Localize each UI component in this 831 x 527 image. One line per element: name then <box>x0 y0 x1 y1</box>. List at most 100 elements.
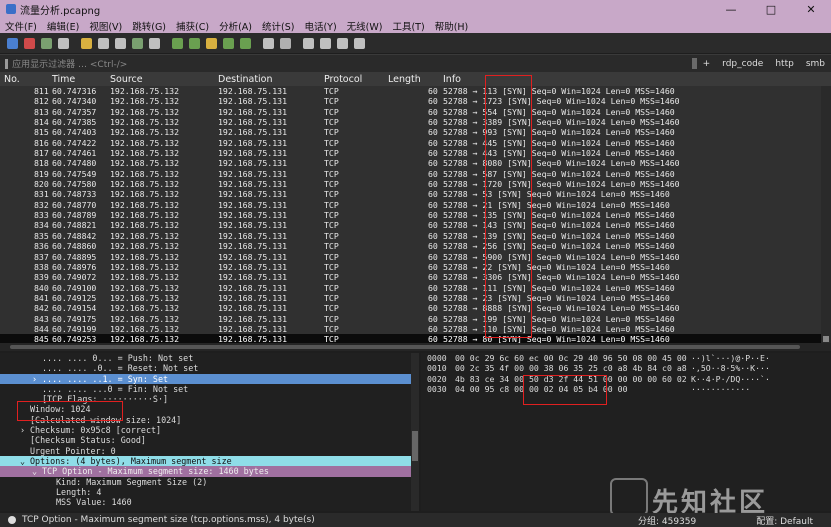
table-row[interactable]: 815 60.747403 192.168.75.132 192.168.75.131… <box>0 127 821 137</box>
autoscroll-icon[interactable] <box>263 37 274 49</box>
forward-icon[interactable] <box>189 37 200 49</box>
column-info[interactable]: Info <box>443 74 461 85</box>
table-row[interactable]: 843 60.749175 192.168.75.132 192.168.75.131… <box>0 314 821 324</box>
table-row[interactable]: 817 60.747461 192.168.75.132 192.168.75.131… <box>0 148 821 158</box>
column-protocol[interactable]: Protocol <box>324 74 362 85</box>
column-time[interactable]: Time <box>52 74 75 85</box>
stop-icon[interactable] <box>24 37 35 49</box>
zoom-in-icon[interactable] <box>303 37 314 49</box>
packet-list[interactable]: 811 60.747316 192.168.75.132 192.168.75.131… <box>0 86 821 343</box>
table-row[interactable]: 820 60.747580 192.168.75.132 192.168.75.131… <box>0 179 821 189</box>
colorize-icon[interactable] <box>280 37 291 49</box>
menu-item-6[interactable]: 统计(S) <box>257 19 299 33</box>
table-row[interactable]: 842 60.749154 192.168.75.132 192.168.75.131… <box>0 303 821 313</box>
table-row[interactable]: 812 60.747340 192.168.75.132 192.168.75.131… <box>0 96 821 106</box>
table-row[interactable]: 818 60.747480 192.168.75.132 192.168.75.131… <box>0 158 821 168</box>
find-icon[interactable] <box>149 37 160 49</box>
detail-row[interactable]: ⌄ TCP Option - Maximum segment size: 1460… <box>0 466 411 477</box>
expand-arrow-icon[interactable]: › <box>32 374 37 384</box>
menu-item-3[interactable]: 跳转(G) <box>127 19 171 33</box>
detail-row[interactable]: .... .... .0.. = Reset: Not set <box>0 363 411 373</box>
detail-row[interactable]: Kind: Maximum Segment Size (2) <box>0 477 411 487</box>
last-icon[interactable] <box>240 37 251 49</box>
detail-row[interactable]: [Checksum Status: Good] <box>0 435 411 445</box>
zoom-out-icon[interactable] <box>320 37 331 49</box>
goto-icon[interactable] <box>206 37 217 49</box>
hex-row[interactable]: 0030 04 00 95 c8 00 00 02 04 05 b4 00 00 ·… <box>421 384 831 394</box>
table-row[interactable]: 835 60.748842 192.168.75.132 192.168.75.131… <box>0 231 821 241</box>
detail-row[interactable]: Length: 4 <box>0 487 411 497</box>
menu-item-0[interactable]: 文件(F) <box>0 19 42 33</box>
table-row[interactable]: 834 60.748821 192.168.75.132 192.168.75.131… <box>0 220 821 230</box>
open-icon[interactable] <box>81 37 92 49</box>
zoom-reset-icon[interactable] <box>337 37 348 49</box>
table-row[interactable]: 840 60.749100 192.168.75.132 192.168.75.131… <box>0 283 821 293</box>
detail-row[interactable]: › Checksum: 0x95c8 [correct] <box>0 425 411 435</box>
expand-arrow-icon[interactable]: ⌄ <box>32 466 37 476</box>
table-row[interactable]: 811 60.747316 192.168.75.132 192.168.75.131… <box>0 86 821 96</box>
detail-row[interactable]: .... .... ...0 = Fin: Not set <box>0 384 411 394</box>
back-icon[interactable] <box>172 37 183 49</box>
detail-row[interactable]: MSS Value: 1460 <box>0 497 411 507</box>
filter-button-http[interactable]: http <box>769 59 799 69</box>
column-source[interactable]: Source <box>110 74 143 85</box>
restart-icon[interactable] <box>41 37 52 49</box>
table-row[interactable]: 841 60.749125 192.168.75.132 192.168.75.131… <box>0 293 821 303</box>
detail-row[interactable]: ⌄ Options: (4 bytes), Maximum segment siz… <box>0 455 411 467</box>
resize-columns-icon[interactable] <box>354 37 365 49</box>
details-scrollbar[interactable] <box>411 353 419 511</box>
table-row[interactable]: 838 60.748976 192.168.75.132 192.168.75.131… <box>0 262 821 272</box>
menu-item-10[interactable]: 帮助(H) <box>430 19 474 33</box>
table-row[interactable]: 832 60.748770 192.168.75.132 192.168.75.131… <box>0 200 821 210</box>
detail-row[interactable]: .... .... 0... = Push: Not set <box>0 353 411 363</box>
options-icon[interactable] <box>58 37 69 49</box>
shark-fin-icon[interactable] <box>7 37 18 49</box>
table-row[interactable]: 814 60.747385 192.168.75.132 192.168.75.131… <box>0 117 821 127</box>
table-row[interactable]: 833 60.748789 192.168.75.132 192.168.75.131… <box>0 210 821 220</box>
table-row[interactable]: 831 60.748733 192.168.75.132 192.168.75.131… <box>0 189 821 199</box>
column-length[interactable]: Length <box>388 74 421 85</box>
expand-arrow-icon[interactable]: › <box>20 425 25 435</box>
filter-button-smb[interactable]: smb <box>800 59 831 69</box>
menu-item-8[interactable]: 无线(W) <box>342 19 388 33</box>
detail-row[interactable]: › .... .... ..1. = Syn: Set <box>0 373 411 384</box>
table-row[interactable]: 816 60.747422 192.168.75.132 192.168.75.131… <box>0 138 821 148</box>
packet-list-hscrollbar[interactable] <box>0 343 831 351</box>
table-row[interactable]: 845 60.749253 192.168.75.132 192.168.75.131… <box>0 334 821 343</box>
hex-row[interactable]: 0000 00 0c 29 6c 60 ec 00 0c 29 40 96 50 … <box>421 353 831 363</box>
expand-arrow-icon[interactable]: ⌄ <box>20 456 25 466</box>
reload-icon[interactable] <box>132 37 143 49</box>
table-row[interactable]: 839 60.749072 192.168.75.132 192.168.75.131… <box>0 272 821 282</box>
cell-time: 60.747357 <box>52 106 97 117</box>
close-file-icon[interactable] <box>115 37 126 49</box>
hex-row[interactable]: 0020 4b 83 ce 34 00 50 d3 2f 44 51 00 00 … <box>421 374 831 384</box>
packet-details-pane[interactable]: .... .... 0... = Push: Not set.... .... … <box>0 353 411 511</box>
menu-item-4[interactable]: 捕获(C) <box>171 19 214 33</box>
table-row[interactable]: 819 60.747549 192.168.75.132 192.168.75.131… <box>0 169 821 179</box>
menu-item-7[interactable]: 电话(Y) <box>299 19 341 33</box>
table-row[interactable]: 836 60.748860 192.168.75.132 192.168.75.131… <box>0 241 821 251</box>
filter-button-rdp-code[interactable]: rdp_code <box>716 59 769 69</box>
expert-info-icon[interactable] <box>8 516 16 524</box>
table-row[interactable]: 844 60.749199 192.168.75.132 192.168.75.131… <box>0 324 821 334</box>
display-filter-input[interactable]: 应用显示过滤器 … <Ctrl-/> <box>12 57 652 70</box>
packet-list-scrollbar[interactable] <box>821 86 831 343</box>
menu-item-2[interactable]: 视图(V) <box>84 19 127 33</box>
minimize-button[interactable]: — <box>711 3 751 16</box>
maximize-button[interactable]: □ <box>751 3 791 16</box>
status-profile[interactable]: 配置: Default <box>756 514 813 527</box>
menu-item-5[interactable]: 分析(A) <box>214 19 257 33</box>
column-no[interactable]: No. <box>4 74 20 85</box>
save-icon[interactable] <box>98 37 109 49</box>
detail-row[interactable]: Urgent Pointer: 0 <box>0 446 411 456</box>
menu-item-9[interactable]: 工具(T) <box>387 19 429 33</box>
first-icon[interactable] <box>223 37 234 49</box>
menu-item-1[interactable]: 编辑(E) <box>42 19 84 33</box>
table-row[interactable]: 813 60.747357 192.168.75.132 192.168.75.131… <box>0 107 821 117</box>
hex-row[interactable]: 0010 00 2c 35 4f 00 00 38 06 35 25 c0 a8 … <box>421 363 831 373</box>
bookmark-icon[interactable] <box>5 58 9 69</box>
table-row[interactable]: 837 60.748895 192.168.75.132 192.168.75.131… <box>0 252 821 262</box>
close-button[interactable]: ✕ <box>791 3 831 16</box>
filter-button-add[interactable]: + <box>697 59 717 69</box>
column-destination[interactable]: Destination <box>218 74 273 85</box>
